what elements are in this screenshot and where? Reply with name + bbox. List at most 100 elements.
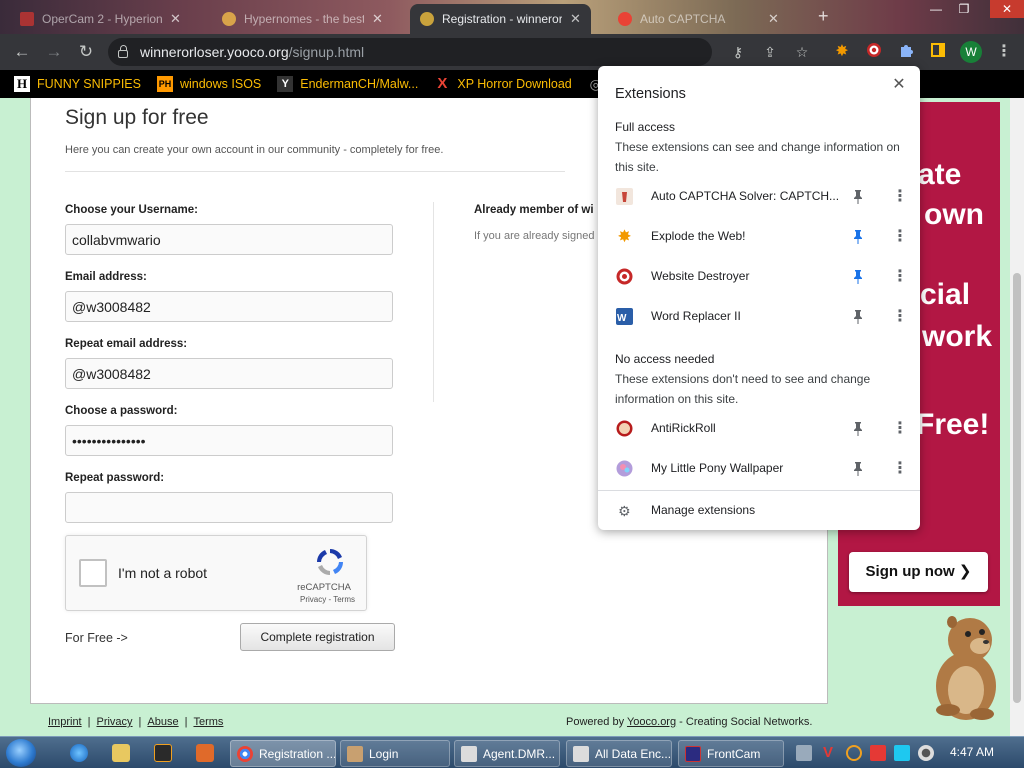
complete-registration-button[interactable]: Complete registration [240,623,395,651]
extensions-puzzle-icon[interactable] [896,42,916,62]
website-destroyer-extension-icon[interactable] [864,42,884,62]
pin-active-icon[interactable] [851,229,865,245]
media-player-icon[interactable] [154,744,172,762]
pin-icon[interactable] [851,461,865,477]
explode-extension-icon[interactable]: ✸ [832,42,852,62]
powered-suffix: - Creating Social Networks. [676,716,813,728]
password-label: Choose a password: [65,405,178,417]
page-scrollbar[interactable] [1010,98,1024,736]
gear-icon: ⚙ [618,503,631,519]
taskbar-item-all-data[interactable]: All Data Enc... [566,740,672,767]
bookmark-xp-horror[interactable]: X XP Horror Download [434,76,571,92]
login-app-icon [347,745,363,762]
antirickroll-icon [616,420,633,437]
folder-icon[interactable] [112,744,130,762]
abuse-link[interactable]: Abuse [147,716,178,728]
bookmark-star-icon[interactable]: ☆ [792,42,812,62]
privacy-link[interactable]: Privacy [96,716,132,728]
pin-icon[interactable] [851,189,865,205]
pin-icon[interactable] [851,309,865,325]
h-logo-icon: H [14,76,30,92]
imprint-link[interactable]: Imprint [48,716,82,728]
maximize-icon[interactable]: ❐ [952,0,976,18]
tab-close-icon[interactable]: ✕ [768,11,779,27]
tab-2[interactable]: Hypernomes - the best s ✕ [212,4,393,34]
start-button-icon[interactable] [6,739,36,767]
yooco-link[interactable]: Yooco.org [627,716,676,728]
taskbar-item-frontcam[interactable]: FrontCam [678,740,784,767]
tab-close-icon[interactable]: ✕ [170,11,181,27]
extension-item-pony-wallpaper[interactable]: My Little Pony Wallpaper ⋮ [598,449,920,489]
tab-3-active[interactable]: Registration - winnerorl ✕ [410,4,591,34]
password-input[interactable] [65,425,393,456]
tab-4[interactable]: Auto CAPTCHA ✕ [608,4,789,34]
full-access-description: These extensions can see and change info… [615,140,900,174]
key-icon[interactable]: ⚷ [728,42,748,62]
manage-extensions-item[interactable]: ⚙ Manage extensions [598,491,920,529]
extension-item-antirickroll[interactable]: AntiRickRoll ⋮ [598,409,920,449]
display-tray-icon[interactable] [894,745,910,761]
speaker-tray-icon[interactable] [918,745,934,761]
sign-up-now-button[interactable]: Sign up now ❯ [849,552,988,592]
scrollbar-thumb[interactable] [1013,273,1021,703]
new-tab-button[interactable]: + [818,6,829,27]
extension-name: Word Replacer II [651,309,741,323]
bookmark-funny-snippies[interactable]: H FUNNY SNIPPIES [14,76,141,92]
search-tray-icon[interactable] [846,745,862,761]
terms-link[interactable]: Terms [193,716,223,728]
close-window-icon[interactable]: ✕ [990,0,1024,18]
pin-active-icon[interactable] [851,269,865,285]
recaptcha-privacy-terms[interactable]: Privacy - Terms [285,595,355,604]
taskbar-item-login[interactable]: Login [340,740,450,767]
extensions-title: Extensions [615,86,686,102]
extension-item-website-destroyer[interactable]: Website Destroyer ⋮ [598,257,920,297]
lock-icon[interactable] [118,45,128,58]
more-options-icon[interactable]: ⋮ [892,459,908,479]
tab-title: OperCam 2 - Hyperion [42,12,162,26]
app-icon[interactable] [196,744,214,762]
share-icon[interactable]: ⇪ [760,42,780,62]
back-arrow-icon[interactable]: ← [10,41,34,63]
flag-tray-icon[interactable] [870,745,886,761]
more-options-icon[interactable]: ⋮ [892,267,908,287]
more-options-icon[interactable]: ⋮ [892,227,908,247]
powered-prefix: Powered by [566,716,627,728]
recaptcha-checkbox[interactable] [79,559,107,587]
no-access-heading: No access needed [615,352,715,366]
internet-explorer-icon[interactable] [70,744,88,762]
side-panel-icon[interactable] [928,42,948,62]
browser-menu-icon[interactable]: ⋮ [994,42,1014,62]
email-input[interactable] [65,291,393,322]
close-icon[interactable]: ✕ [888,74,910,96]
extension-item-word-replacer[interactable]: W Word Replacer II ⋮ [598,297,920,337]
separator: | [184,716,188,728]
reload-icon[interactable]: ↻ [74,41,98,63]
tab-close-icon[interactable]: ✕ [372,11,383,27]
extension-item-explode-the-web[interactable]: ✸ Explode the Web! ⋮ [598,217,920,257]
more-options-icon[interactable]: ⋮ [892,187,908,207]
promo-line: ate [918,158,962,191]
profile-avatar[interactable]: W [960,41,982,63]
extension-item-auto-captcha[interactable]: Auto CAPTCHA Solver: CAPTCH... ⋮ [598,177,920,217]
forward-arrow-icon[interactable]: → [42,41,66,63]
tab-1[interactable]: OperCam 2 - Hyperion ✕ [10,4,191,34]
bookmark-endermanch[interactable]: Y EndermanCH/Malw... [277,76,418,92]
bookmark-label: windows ISOS [179,77,262,91]
more-options-icon[interactable]: ⋮ [892,419,908,439]
network-tray-icon[interactable] [796,745,812,761]
address-bar[interactable]: winnerorloser.yooco.org/signup.html [108,38,712,66]
window-icon [573,745,589,762]
repeat-password-input[interactable] [65,492,393,523]
tab-close-icon[interactable]: ✕ [570,11,581,27]
v-tray-icon[interactable]: V [820,745,836,761]
more-options-icon[interactable]: ⋮ [892,307,908,327]
minimize-icon[interactable]: — [924,0,948,18]
repeat-email-input[interactable] [65,358,393,389]
system-clock[interactable]: 4:47 AM [950,745,994,759]
target-icon [616,268,633,285]
taskbar-item-registration[interactable]: Registration ... [230,740,336,767]
pin-icon[interactable] [851,421,865,437]
taskbar-item-agent-dmr[interactable]: Agent.DMR... [454,740,560,767]
username-input[interactable] [65,224,393,255]
bookmark-windows-isos[interactable]: PH windows ISOS [156,76,262,92]
